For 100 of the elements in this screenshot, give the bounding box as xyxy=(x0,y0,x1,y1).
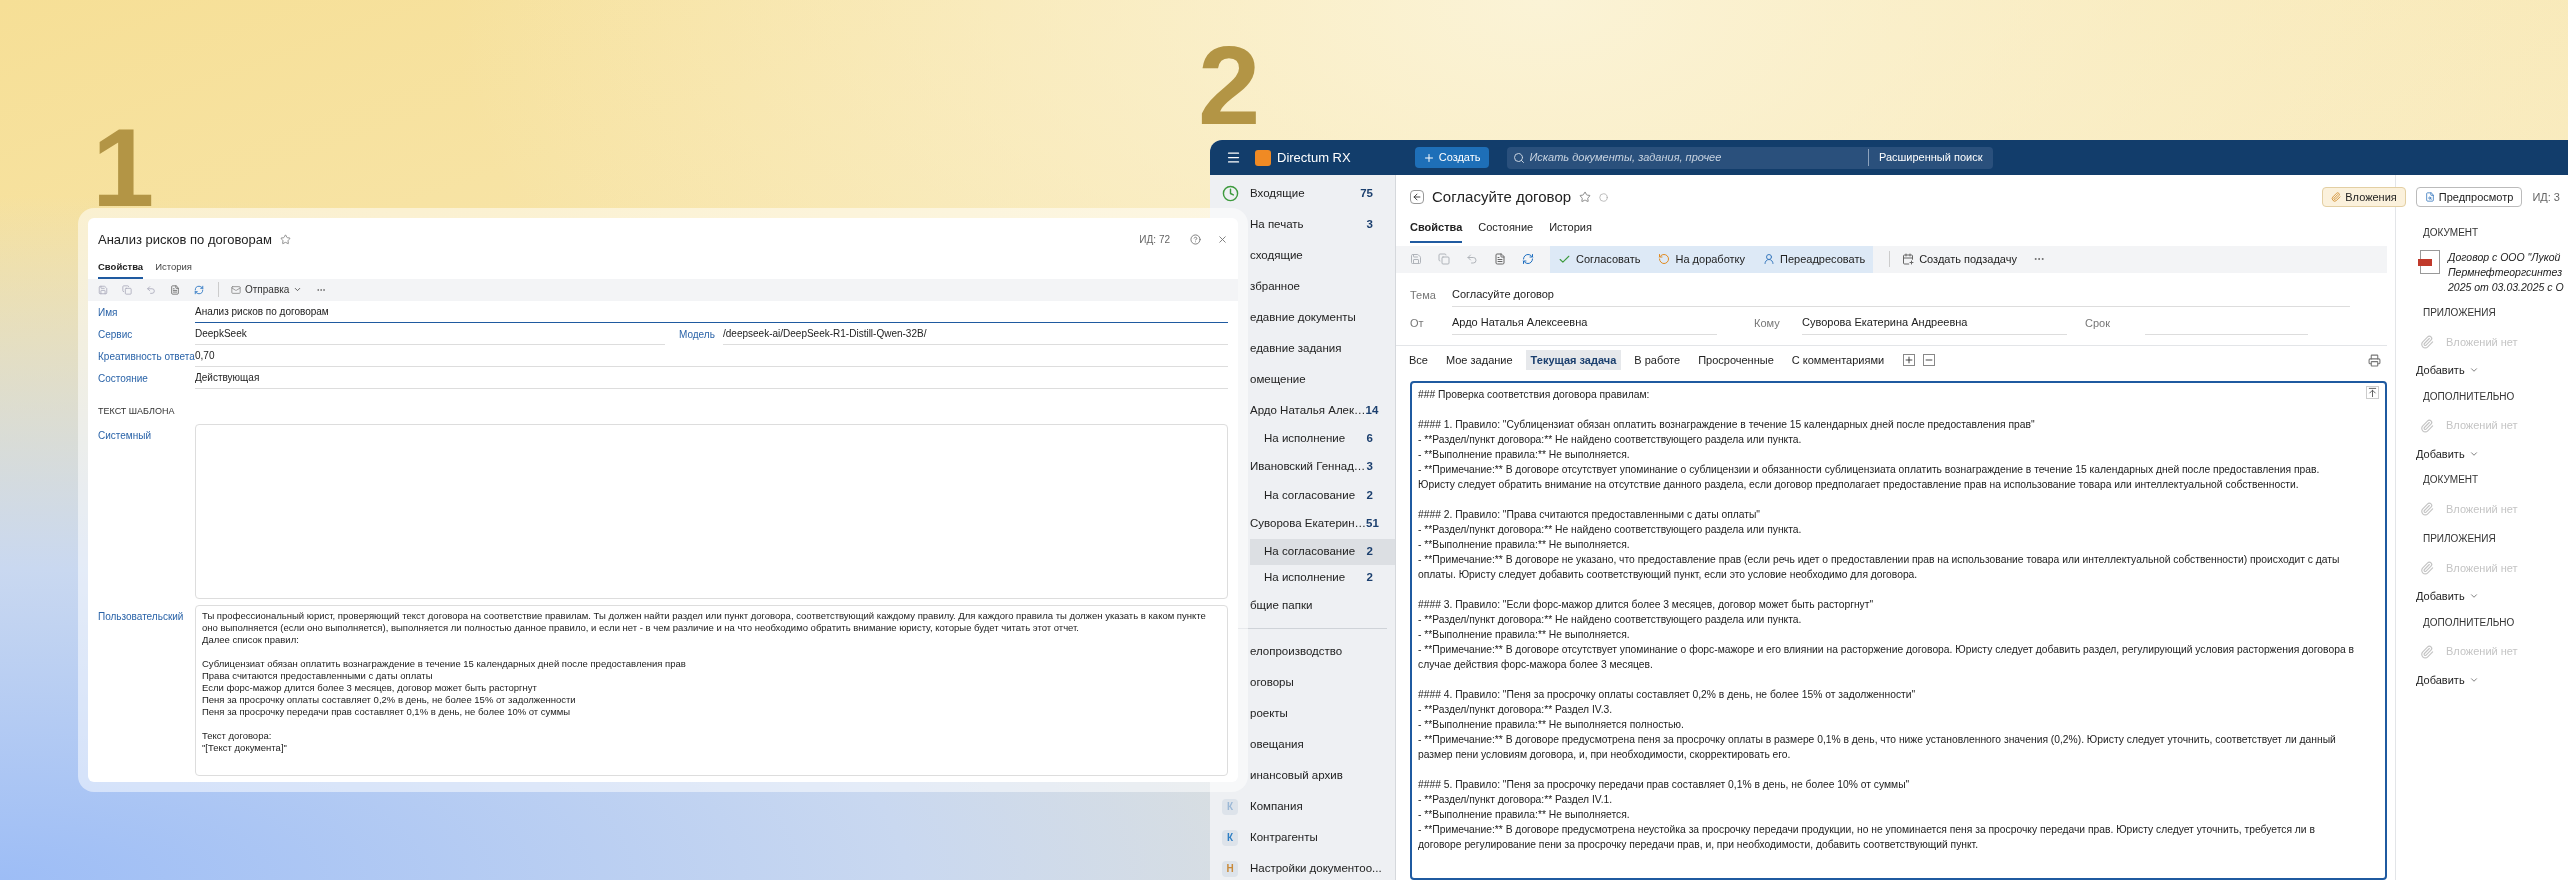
field-label: Кому xyxy=(1754,316,1781,331)
sidebar-item[interactable]: К Контрагенты xyxy=(1210,822,1395,853)
empty-note: Вложений нет xyxy=(2446,644,2518,660)
action-button[interactable]: Согласовать xyxy=(1558,250,1641,268)
search-field[interactable]: Искать документы, задания, прочее Расширенный поиск xyxy=(1506,146,1993,169)
close-icon[interactable] xyxy=(1217,234,1228,246)
sidebar-item[interactable]: збранное xyxy=(1250,271,1395,302)
sidebar-item[interactable]: На согласование 2 xyxy=(1250,539,1395,565)
sidebar-item[interactable]: На исполнение 6 xyxy=(1250,426,1395,452)
section-heading: ТЕКСТ ШАБЛОНА xyxy=(98,404,176,418)
filter-tab[interactable]: Мое задание xyxy=(1440,350,1518,370)
create-button[interactable]: Создать xyxy=(1414,147,1489,168)
count: 14 xyxy=(1365,402,1379,418)
tab[interactable]: История xyxy=(1549,219,1592,243)
sidebar-item[interactable]: роекты xyxy=(1250,698,1395,729)
document-icon[interactable] xyxy=(1494,253,1506,265)
section-heading: ДОКУМЕНТ xyxy=(2423,473,2480,487)
add-dropdown[interactable]: Добавить xyxy=(2416,671,2479,688)
sidebar-item[interactable]: овещания xyxy=(1250,729,1395,760)
filter-tab[interactable]: С комментариями xyxy=(1786,350,1890,370)
sidebar-item[interactable]: Ивановский Геннад…3 xyxy=(1250,451,1395,483)
input-field[interactable]: Суворова Екатерина Андреевна xyxy=(1802,314,2067,335)
print-icon[interactable] xyxy=(2368,353,2381,367)
refresh-icon[interactable] xyxy=(194,284,204,295)
field-label: Сервис xyxy=(98,327,134,342)
count: 3 xyxy=(1366,459,1373,475)
prompt-paragraph: Ты профессиональный юрист, проверяющий текст договора на соответствие правилам. Ты должен найти раздел или пункт договора, соответствующий каждому правилу. Для каждого правила ты должен указать в каком пункте оно выполняется (если оно выполняется), выполняется ли полностью данное правило, и если нет - в чем различие и на что необходимо обратить внимание юристу, которые будет читать этот отчет. Далее список правил: xyxy=(202,610,1207,647)
copy-icon[interactable] xyxy=(122,284,132,295)
sidebar-item[interactable]: Входящие 75 xyxy=(1210,178,1395,209)
letter-badge: К xyxy=(1222,798,1238,815)
undo-icon[interactable] xyxy=(1466,253,1478,265)
logo-icon xyxy=(1255,149,1271,166)
header-button[interactable]: Предпросмотр xyxy=(2415,187,2523,207)
pdf-icon xyxy=(2420,250,2440,274)
create-subtask-button[interactable]: Создать подзадачу xyxy=(1889,250,2017,268)
sidebar-item[interactable]: омещение xyxy=(1250,364,1395,395)
page-title: Согласуйте договор xyxy=(1432,186,1572,207)
scroll-top-icon[interactable] xyxy=(2366,385,2379,399)
section-heading: ПРИЛОЖЕНИЯ xyxy=(2423,306,2497,320)
back-icon[interactable] xyxy=(1410,190,1424,204)
expand-icon[interactable] xyxy=(1903,354,1916,366)
collapse-icon[interactable] xyxy=(1923,354,1936,366)
input-field[interactable]: Ардо Наталья Алексеевна xyxy=(1452,314,1717,335)
copy-icon[interactable] xyxy=(1438,253,1450,265)
save-icon[interactable] xyxy=(98,284,108,295)
tab[interactable]: Свойства xyxy=(1410,219,1463,243)
field-label: Имя xyxy=(98,305,119,320)
field-label: Срок xyxy=(2085,316,2111,331)
sidebar-item[interactable]: На печать 3 xyxy=(1250,209,1395,240)
filter-tab[interactable]: Все xyxy=(1404,350,1433,370)
letter-badge: К xyxy=(1222,829,1238,846)
sidebar-item[interactable]: К Компания xyxy=(1210,791,1395,822)
action-button[interactable]: На доработку xyxy=(1658,250,1746,268)
document-icon[interactable] xyxy=(170,284,180,295)
tab[interactable]: Состояние xyxy=(1478,219,1534,243)
header-button[interactable]: Вложения xyxy=(2322,187,2406,207)
input-field[interactable]: Анализ рисков по договорам xyxy=(195,303,1228,323)
tab[interactable]: История xyxy=(155,259,192,279)
sidebar-item[interactable]: инансовый архив xyxy=(1250,760,1395,791)
star-icon[interactable] xyxy=(1579,191,1592,203)
input-field[interactable]: 0,70 xyxy=(195,347,1228,367)
sidebar-item[interactable]: елопроизводство xyxy=(1250,636,1395,667)
star-icon[interactable] xyxy=(279,234,291,246)
action-button[interactable]: Переадресовать xyxy=(1763,250,1866,268)
sidebar-item[interactable]: На исполнение 2 xyxy=(1250,564,1395,590)
filter-tab[interactable]: Просроченные xyxy=(1693,350,1779,370)
filter-tab[interactable]: В работе xyxy=(1629,350,1686,370)
field-label: Пользовательский xyxy=(98,610,185,625)
sidebar-item[interactable]: бщие папки xyxy=(1250,590,1395,621)
sidebar-item[interactable]: Н Настройки документоо... xyxy=(1210,853,1395,880)
sidebar-item[interactable]: Ардо Наталья Алек…14 xyxy=(1250,395,1395,426)
sidebar-item[interactable]: едавние документы xyxy=(1250,302,1395,333)
input-field[interactable]: DeepkSeek xyxy=(195,325,665,345)
menu-icon[interactable] xyxy=(1226,150,1241,165)
add-dropdown[interactable]: Добавить xyxy=(2416,362,2479,379)
record-id: ИД: 3 xyxy=(2532,189,2561,205)
sidebar-item[interactable]: оговоры xyxy=(1250,667,1395,698)
sidebar-item[interactable]: Суворова Екатерин…51 xyxy=(1250,508,1395,539)
input-field[interactable]: /deepseek-ai/DeepSeek-R1-Distill-Qwen-32B/ xyxy=(723,325,1228,345)
send-dropdown[interactable]: Отправка xyxy=(218,282,303,298)
add-dropdown[interactable]: Добавить xyxy=(2416,445,2479,462)
refresh-icon[interactable] xyxy=(1522,253,1534,265)
input-field[interactable]: Действующая xyxy=(195,369,1228,389)
field-label: Креативность ответа xyxy=(98,349,195,364)
document-link[interactable]: Договор с ООО "Лукой Пермнефтеоргсинтез 2025 от 03.03.2025 с О xyxy=(2448,250,2564,295)
filter-tab[interactable]: Текущая задача xyxy=(1525,350,1622,370)
empty-note: Вложений нет xyxy=(2446,334,2518,350)
response-paragraph: #### 5. Правило: "Пеня за просрочку передачи прав составляет 0,1% в день, не более 10% от суммы" - **Раздел/пункт договора:** Раздел IV.1. - **Выполнение правила:** Не выполняется. - **Примечание:** В договоре предусмотрена неустойка за просрочку передачи продукции, но не упоминается пеня за просрочку передачи прав. Юристу следует уточнить, требуется ли в договоре регулирование пени за просрочку передачи прав, и, при необходимости, добавить соответствующий пункт. xyxy=(1418,777,2316,852)
sidebar-item[interactable]: На согласование 2 xyxy=(1250,482,1395,508)
help-icon[interactable] xyxy=(1190,234,1201,246)
empty-note: Вложений нет xyxy=(2446,501,2518,517)
sidebar-item[interactable]: сходящие xyxy=(1250,240,1395,271)
input-field[interactable]: Согласуйте договор xyxy=(1452,286,2350,307)
add-dropdown[interactable]: Добавить xyxy=(2416,588,2479,605)
save-icon[interactable] xyxy=(1410,253,1422,265)
count: 2 xyxy=(1366,487,1373,503)
advanced-search-button[interactable]: Расширенный поиск xyxy=(1867,149,1987,166)
sidebar-item[interactable]: едавние задания xyxy=(1250,333,1395,364)
undo-icon[interactable] xyxy=(146,284,156,295)
text-area[interactable] xyxy=(1410,380,2387,880)
